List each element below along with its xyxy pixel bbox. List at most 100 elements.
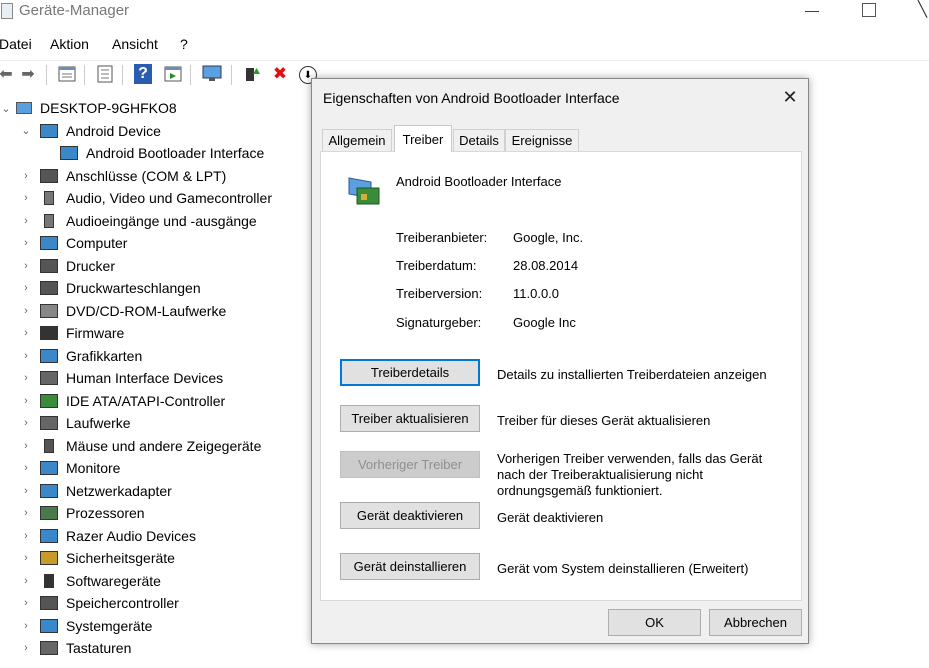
disable-device-button[interactable]: Gerät deaktivieren bbox=[340, 502, 480, 529]
tree-item[interactable]: › IDE ATA/ATAPI-Controller bbox=[20, 390, 225, 412]
close-button[interactable]: ╲ bbox=[918, 0, 929, 18]
maximize-button[interactable] bbox=[862, 3, 876, 17]
chevron-right-icon[interactable]: › bbox=[20, 282, 32, 294]
menu-help[interactable]: ? bbox=[180, 36, 188, 52]
driver-icon[interactable] bbox=[163, 64, 183, 84]
menu-aktion[interactable]: Aktion bbox=[50, 36, 89, 52]
enable-device-icon[interactable] bbox=[242, 64, 262, 84]
chevron-right-icon[interactable]: › bbox=[20, 350, 32, 362]
chevron-right-icon[interactable]: › bbox=[20, 170, 32, 182]
chevron-right-icon[interactable]: › bbox=[20, 485, 32, 497]
tree-item-label: Human Interface Devices bbox=[66, 370, 224, 386]
chevron-right-icon[interactable]: › bbox=[20, 440, 32, 452]
minimize-button[interactable]: — bbox=[804, 2, 820, 18]
tab-allgemein[interactable]: Allgemein bbox=[322, 129, 392, 151]
chevron-right-icon[interactable]: › bbox=[20, 552, 32, 564]
tree-item[interactable]: › Netzwerkadapter bbox=[20, 480, 172, 502]
tree-item[interactable]: › Grafikkarten bbox=[20, 345, 142, 367]
tab-ereignisse[interactable]: Ereignisse bbox=[505, 129, 579, 151]
tree-item[interactable]: › Systemgeräte bbox=[20, 615, 152, 637]
tree-item[interactable]: › Speichercontroller bbox=[20, 592, 179, 614]
chevron-right-icon[interactable]: › bbox=[20, 575, 32, 587]
tree-item[interactable]: › Prozessoren bbox=[20, 502, 144, 524]
tree-item[interactable]: › Audio, Video und Gamecontroller bbox=[20, 187, 272, 209]
tree-item-label: Firmware bbox=[66, 325, 125, 341]
tree-item-label: Tastaturen bbox=[66, 640, 132, 656]
prop-label-datum: Treiberdatum: bbox=[396, 258, 477, 273]
android-device-icon bbox=[40, 123, 58, 138]
tree-item[interactable]: › Sicherheitsgeräte bbox=[20, 547, 175, 569]
cancel-button[interactable]: Abbrechen bbox=[709, 609, 802, 636]
chevron-right-icon[interactable]: › bbox=[20, 260, 32, 272]
chevron-right-icon[interactable]: › bbox=[20, 462, 32, 474]
computer-icon bbox=[40, 236, 58, 250]
tree-item[interactable]: › Monitore bbox=[20, 457, 120, 479]
tree-item[interactable]: › Laufwerke bbox=[20, 412, 131, 434]
chevron-right-icon[interactable]: › bbox=[20, 417, 32, 429]
tree-item[interactable]: › Human Interface Devices bbox=[20, 367, 223, 389]
tree-item-label: Netzwerkadapter bbox=[66, 482, 172, 499]
tree-item[interactable]: › Druckwarteschlangen bbox=[20, 277, 200, 299]
menu-datei[interactable]: Datei bbox=[0, 36, 32, 52]
dialog-close-icon[interactable]: ✕ bbox=[780, 87, 800, 108]
network-card-icon bbox=[60, 146, 78, 160]
back-arrow-icon[interactable]: ⬅ bbox=[0, 64, 16, 84]
driver-panel: Android Bootloader Interface Treiberanbi… bbox=[320, 151, 802, 601]
prop-label-version: Treiberversion: bbox=[396, 286, 483, 301]
properties-icon[interactable] bbox=[57, 64, 77, 84]
driver-details-button[interactable]: Treiberdetails bbox=[340, 359, 480, 386]
chevron-right-icon[interactable]: › bbox=[20, 507, 32, 519]
tree-item-label: Softwaregeräte bbox=[66, 572, 161, 589]
update-driver-button[interactable]: Treiber aktualisieren bbox=[340, 405, 480, 432]
disc-drive-icon bbox=[40, 303, 58, 318]
chevron-right-icon[interactable]: › bbox=[20, 192, 32, 204]
tree-item[interactable]: › Softwaregeräte bbox=[20, 570, 161, 592]
rollback-driver-desc: Vorherigen Treiber verwenden, falls das … bbox=[497, 451, 763, 498]
chevron-right-icon[interactable]: › bbox=[20, 395, 32, 407]
tree-item[interactable]: › Firmware bbox=[20, 322, 124, 344]
tree-item[interactable]: › Drucker bbox=[20, 255, 115, 277]
tree-item[interactable]: › Computer bbox=[20, 232, 127, 254]
chevron-down-icon[interactable]: ⌄ bbox=[20, 124, 32, 137]
tree-item-label: Anschlüsse (COM & LPT) bbox=[66, 167, 227, 184]
prop-label-anbieter: Treiberanbieter: bbox=[396, 230, 488, 245]
help-icon[interactable]: ? bbox=[134, 64, 152, 84]
chevron-right-icon[interactable]: › bbox=[20, 372, 32, 384]
chevron-right-icon[interactable]: › bbox=[20, 237, 32, 249]
ok-button[interactable]: OK bbox=[608, 609, 701, 636]
tree-root[interactable]: ⌄ DESKTOP-9GHFKO8 bbox=[0, 97, 176, 119]
chevron-right-icon[interactable]: › bbox=[20, 597, 32, 609]
chevron-right-icon[interactable]: › bbox=[20, 215, 32, 227]
tree-item[interactable]: › Razer Audio Devices bbox=[20, 525, 196, 547]
tree-item[interactable]: › Audioeingänge und -ausgänge bbox=[20, 210, 257, 232]
list-icon[interactable] bbox=[95, 64, 115, 84]
monitor-icon[interactable] bbox=[202, 64, 222, 84]
prop-value-signatur: Google Inc bbox=[513, 315, 576, 330]
computer-icon bbox=[16, 102, 32, 114]
menu-bar: Datei Aktion Ansicht ? bbox=[0, 34, 929, 54]
tree-item[interactable]: › Tastaturen bbox=[20, 637, 131, 659]
chevron-right-icon[interactable]: › bbox=[20, 620, 32, 632]
uninstall-device-button[interactable]: Gerät deinstallieren bbox=[340, 553, 480, 580]
tree-item[interactable]: Android Bootloader Interface bbox=[44, 142, 264, 164]
rollback-driver-button[interactable]: Vorheriger Treiber bbox=[340, 451, 480, 478]
chevron-down-icon[interactable]: ⌄ bbox=[0, 102, 12, 115]
update-driver-desc: Treiber für dieses Gerät aktualisieren bbox=[497, 413, 711, 428]
chevron-right-icon[interactable]: › bbox=[20, 642, 32, 654]
chip-icon bbox=[40, 326, 58, 340]
tree-item[interactable]: › DVD/CD-ROM-Laufwerke bbox=[20, 300, 226, 322]
tree-item[interactable]: › Mäuse und andere Zeigegeräte bbox=[20, 435, 261, 457]
tree-item[interactable]: › Anschlüsse (COM & LPT) bbox=[20, 165, 226, 187]
driver-details-desc: Details zu installierten Treiberdateien … bbox=[497, 367, 767, 382]
tab-treiber[interactable]: Treiber bbox=[394, 125, 452, 152]
tree-item-label: Laufwerke bbox=[66, 415, 131, 431]
chevron-right-icon[interactable]: › bbox=[20, 327, 32, 339]
tree-item[interactable]: ⌄ Android Device bbox=[20, 120, 161, 142]
chevron-right-icon[interactable]: › bbox=[20, 530, 32, 542]
speaker-icon bbox=[44, 213, 54, 228]
tab-details[interactable]: Details bbox=[453, 129, 505, 151]
chevron-right-icon[interactable]: › bbox=[20, 305, 32, 317]
forward-arrow-icon[interactable]: ➡ bbox=[18, 64, 38, 84]
uninstall-icon[interactable]: ✖ bbox=[270, 64, 290, 84]
menu-ansicht[interactable]: Ansicht bbox=[112, 36, 158, 52]
